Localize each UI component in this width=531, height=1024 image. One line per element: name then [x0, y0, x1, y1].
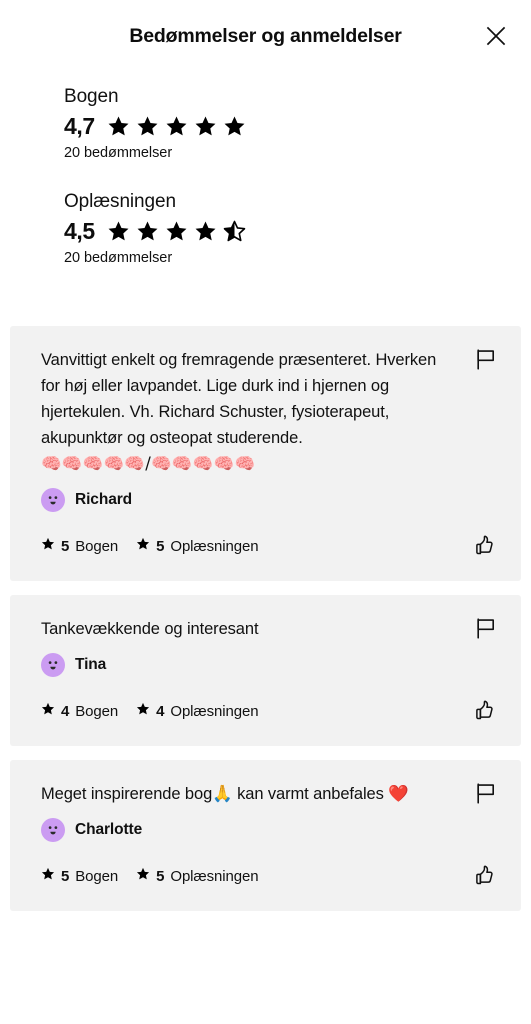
summary-label: Bogen	[64, 86, 119, 107]
reviewer: Charlotte	[41, 818, 497, 843]
review-rating-bogen: 5 Bogen	[41, 537, 118, 555]
page-title: Bedømmelser og anmeldelser	[129, 24, 402, 47]
star-icon	[136, 702, 150, 720]
reviewer-name: Charlotte	[75, 821, 143, 839]
star-rating-oplaesningen	[107, 220, 246, 243]
summary-rating-row: 4,5	[64, 220, 531, 243]
star-icon	[194, 220, 217, 243]
review-footer: 4 Bogen 4 Oplæsningen	[41, 696, 497, 726]
rating-value: 5	[61, 537, 70, 555]
flag-icon	[476, 782, 496, 804]
review-rating-bogen: 4 Bogen	[41, 702, 118, 720]
report-button[interactable]	[473, 780, 499, 806]
summary-score: 4,7	[64, 113, 95, 139]
review-text: Tankevækkende og interesant	[41, 620, 259, 638]
star-icon	[136, 220, 159, 243]
flag-icon	[476, 348, 496, 370]
rating-value: 5	[156, 867, 165, 885]
rating-name: Bogen	[75, 537, 119, 555]
star-icon	[41, 867, 55, 885]
rating-name: Bogen	[75, 702, 119, 720]
review-ratings: 5 Bogen 5 Oplæsningen	[41, 867, 469, 885]
like-button[interactable]	[469, 696, 499, 726]
review-card: Meget inspirerende bog🙏 kan varmt anbefa…	[10, 760, 521, 912]
review-footer: 5 Bogen 5 Oplæsningen	[41, 861, 497, 891]
like-button[interactable]	[469, 531, 499, 561]
review-text: Vanvittigt enkelt og fremragende præsent…	[41, 351, 437, 448]
close-icon	[485, 25, 507, 47]
star-icon	[107, 115, 130, 138]
star-icon	[136, 867, 150, 885]
ratings-summary: Bogen 4,7 20 bedømmelser Oplæsningen 4,5	[0, 72, 531, 266]
avatar	[41, 818, 65, 843]
reviewer: Richard	[41, 488, 497, 512]
summary-count: 20 bedømmelser	[64, 250, 173, 266]
reviewer-name: Tina	[75, 656, 107, 674]
thumbs-up-icon	[476, 535, 493, 555]
star-half-icon	[223, 220, 246, 243]
review-list: Vanvittigt enkelt og fremragende præsent…	[0, 326, 531, 912]
rating-name: Bogen	[75, 867, 119, 885]
summary-label: Oplæsningen	[64, 191, 176, 212]
close-button[interactable]	[479, 19, 513, 53]
star-icon	[41, 537, 55, 555]
review-ratings: 4 Bogen 4 Oplæsningen	[41, 702, 469, 720]
review-card: Vanvittigt enkelt og fremragende præsent…	[10, 326, 521, 581]
rating-value: 5	[61, 867, 70, 885]
thumbs-up-icon	[476, 865, 493, 885]
summary-score: 4,5	[64, 218, 95, 244]
star-icon	[165, 115, 188, 138]
star-icon	[136, 537, 150, 555]
report-button[interactable]	[473, 346, 499, 372]
review-rating-oplaesningen: 5 Oplæsningen	[136, 537, 259, 555]
summary-block-oplaesningen: Oplæsningen 4,5 20 bedømmelser	[64, 191, 531, 266]
summary-count: 20 bedømmelser	[64, 145, 173, 161]
rating-name: Oplæsningen	[170, 867, 259, 885]
rating-name: Oplæsningen	[170, 537, 259, 555]
summary-rating-row: 4,7	[64, 115, 531, 138]
star-icon	[194, 115, 217, 138]
review-rating-bogen: 5 Bogen	[41, 867, 118, 885]
reviewer: Tina	[41, 653, 497, 678]
review-rating-oplaesningen: 4 Oplæsningen	[136, 702, 259, 720]
review-ratings: 5 Bogen 5 Oplæsningen	[41, 537, 469, 555]
like-button[interactable]	[469, 861, 499, 891]
reviewer-name: Richard	[75, 491, 133, 508]
thumbs-up-icon	[476, 700, 493, 720]
star-icon	[165, 220, 188, 243]
rating-value: 4	[61, 702, 70, 720]
star-icon	[223, 115, 246, 138]
star-icon	[107, 220, 130, 243]
dialog-header: Bedømmelser og anmeldelser	[0, 0, 531, 72]
review-emoji-line: 🧠🧠🧠🧠🧠/🧠🧠🧠🧠🧠	[41, 454, 256, 474]
rating-name: Oplæsningen	[170, 702, 259, 720]
star-rating-bogen	[107, 115, 246, 138]
rating-value: 5	[156, 537, 165, 555]
star-icon	[41, 702, 55, 720]
avatar	[41, 653, 65, 678]
review-rating-oplaesningen: 5 Oplæsningen	[136, 867, 259, 885]
summary-block-bogen: Bogen 4,7 20 bedømmelser	[64, 86, 531, 161]
flag-icon	[476, 617, 496, 639]
rating-value: 4	[156, 702, 165, 720]
report-button[interactable]	[473, 615, 499, 641]
star-icon	[136, 115, 159, 138]
review-text: Meget inspirerende bog🙏 kan varmt anbefa…	[41, 785, 409, 804]
avatar	[41, 488, 65, 512]
review-footer: 5 Bogen 5 Oplæsningen	[41, 531, 497, 561]
review-card: Tankevækkende og interesant Tina 4 Bogen…	[10, 595, 521, 747]
